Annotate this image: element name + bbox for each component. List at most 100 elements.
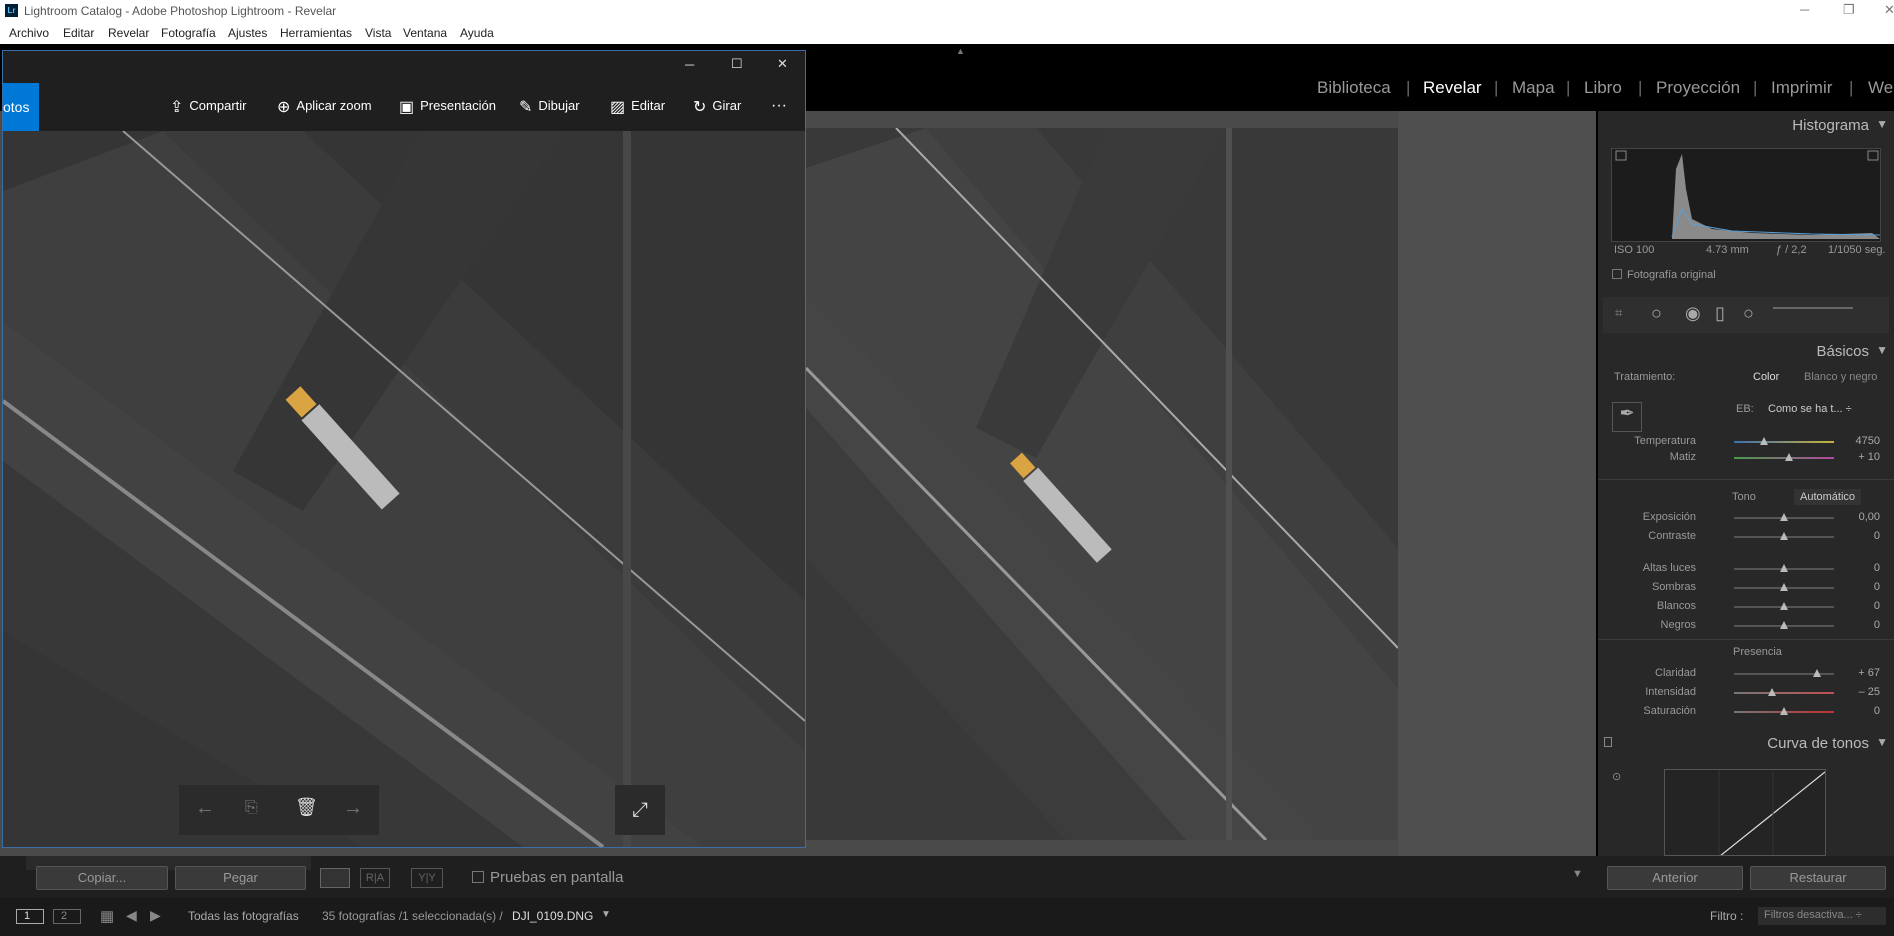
module-separator: | [1849,78,1854,97]
highlights-slider[interactable]: Altas luces 0 [1598,560,1894,578]
tone-curve-graph[interactable] [1664,769,1826,856]
saturation-slider[interactable]: Saturación 0 [1598,703,1894,721]
collapse-triangle-icon: ▼ [1876,343,1888,357]
module-web[interactable]: We [1868,78,1893,98]
red-eye-icon[interactable]: ◉ [1685,303,1701,324]
draw-button[interactable]: ✎ Dibujar [519,97,580,117]
before-after-icon[interactable]: R|A [360,868,390,888]
paste-button[interactable]: Pegar [175,866,306,890]
fullscreen-icon[interactable]: ⤢ [615,785,665,835]
canvas-background [1398,111,1596,856]
before-after-swap-icon[interactable]: Y|Y [411,868,443,888]
pen-icon: ✎ [519,99,533,116]
file-name[interactable]: DJI_0109.DNG [512,909,593,923]
tone-curve-header[interactable]: Curva de tonos ▼ [1598,729,1894,757]
treatment-label: Tratamiento: [1614,371,1676,383]
slideshow-button[interactable]: ▣ Presentación [399,97,496,117]
menu-editar[interactable]: Editar [63,26,94,40]
module-libro[interactable]: Libro [1584,78,1622,98]
photos-image[interactable] [3,131,805,847]
edit-button[interactable]: ▨ Editar [610,97,665,117]
tone-curve-line [1718,770,1825,855]
spot-removal-icon[interactable]: ○ [1651,303,1662,324]
zoom-icon: ⊕ [277,99,291,116]
module-proyeccion[interactable]: Proyección [1656,78,1740,98]
develop-photo[interactable] [806,128,1398,840]
rotate-button[interactable]: ↻ Girar [693,97,741,117]
delete-icon[interactable]: 🗑 [295,797,318,818]
file-menu-icon[interactable]: ▼ [601,909,611,920]
zoom-button[interactable]: ⊕ Aplicar zoom [277,97,372,117]
grid-icon[interactable]: ▦ [100,907,114,925]
minimize-icon[interactable]: ─ [1800,2,1809,17]
previous-button[interactable]: Anterior [1607,866,1743,890]
graduated-filter-icon[interactable]: ▯ [1715,303,1725,324]
module-biblioteca[interactable]: Biblioteca [1317,78,1391,98]
blacks-slider[interactable]: Negros 0 [1598,617,1894,635]
more-options-icon[interactable]: ··· [771,97,787,115]
shadows-slider[interactable]: Sombras 0 [1598,579,1894,597]
collapse-top-icon[interactable]: ▲ [956,46,965,56]
radial-filter-icon[interactable]: ○ [1743,303,1754,324]
close-icon[interactable]: ✕ [777,56,788,72]
menu-ajustes[interactable]: Ajustes [228,26,267,40]
exposure-slider[interactable]: Exposición 0,00 [1598,509,1894,527]
menu-fotografia[interactable]: Fotografía [161,26,216,40]
collapse-triangle-icon: ▼ [1876,117,1888,131]
copy-button[interactable]: Copiar... [36,866,168,890]
share-button[interactable]: ⇪ Compartir [170,97,246,117]
tone-label: Tono [1732,491,1756,503]
back-arrow-icon[interactable]: ◀ [126,907,137,924]
module-revelar[interactable]: Revelar [1423,78,1482,98]
contrast-slider[interactable]: Contraste 0 [1598,528,1894,546]
menu-revelar[interactable]: Revelar [108,26,149,40]
crop-icon[interactable]: ⌗ [1615,305,1622,321]
view-2-button[interactable]: 2 [53,909,81,924]
histogram-header[interactable]: Histograma ▼ [1598,111,1894,139]
photos-app-window: ─ ☐ ✕ otos ⇪ Compartir ⊕ Aplicar zoom ▣ Pre… [2,50,806,848]
target-adjust-icon[interactable]: ⊙ [1612,770,1621,783]
module-imprimir[interactable]: Imprimir [1771,78,1832,98]
menu-herramientas[interactable]: Herramientas [280,26,352,40]
filmstrip-bar: 1 2 ▦ ◀ ▶ Todas las fotografías 35 fotog… [0,898,1894,936]
vibrance-slider[interactable]: Intensidad – 25 [1598,684,1894,702]
reset-button[interactable]: Restaurar [1750,866,1886,890]
original-photo-toggle[interactable]: Fotografía original [1612,269,1716,281]
next-arrow-icon[interactable]: → [343,797,363,820]
minimize-icon[interactable]: ─ [685,57,694,72]
add-to-album-icon[interactable]: ⎘ [245,799,258,817]
treatment-bw[interactable]: Blanco y negro [1804,371,1877,383]
restore-icon[interactable]: ❐ [1843,2,1855,18]
checkbox[interactable] [1612,269,1622,279]
menu-archivo[interactable]: Archivo [9,26,49,40]
basics-header[interactable]: Básicos ▼ [1598,337,1894,365]
menu-ventana[interactable]: Ventana [403,26,447,40]
menu-vista[interactable]: Vista [365,26,391,40]
whites-slider[interactable]: Blancos 0 [1598,598,1894,616]
softproof-checkbox[interactable] [472,871,484,883]
previous-arrow-icon[interactable]: ← [195,797,215,820]
photos-app-tab[interactable]: otos [3,83,39,131]
view-1-button[interactable]: 1 [16,909,44,924]
forward-arrow-icon[interactable]: ▶ [150,907,161,924]
auto-tone-button[interactable]: Automático [1794,489,1862,505]
close-icon[interactable]: ✕ [1884,2,1894,18]
rotate-icon: ↻ [693,99,707,116]
clarity-slider[interactable]: Claridad + 67 [1598,665,1894,683]
panel-switch-icon[interactable] [1604,737,1612,747]
source-label[interactable]: Todas las fotografías [188,909,299,923]
tint-slider[interactable]: Matiz + 10 [1598,449,1894,467]
menu-ayuda[interactable]: Ayuda [460,26,494,40]
treatment-color[interactable]: Color [1753,371,1779,383]
presence-label: Presencia [1733,646,1782,658]
eyedropper-icon[interactable]: ✒ [1612,402,1642,432]
toolbar-menu-icon[interactable]: ▼ [1572,868,1583,880]
filter-select[interactable]: Filtros desactiva... ÷ [1758,907,1886,925]
brush-slider[interactable] [1773,307,1853,309]
module-mapa[interactable]: Mapa [1512,78,1555,98]
loupe-view-icon[interactable] [320,868,350,888]
wb-select[interactable]: Como se ha t... ÷ [1768,403,1852,415]
divider [1598,639,1894,640]
maximize-icon[interactable]: ☐ [731,56,743,72]
bottom-bar: Copiar... Pegar R|A Y|Y Pruebas en panta… [0,856,1894,936]
